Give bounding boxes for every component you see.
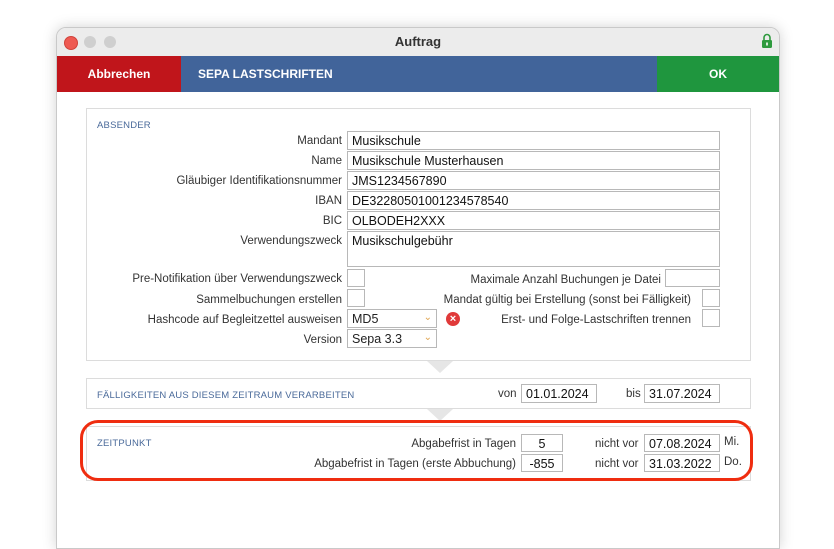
iban-field[interactable]: DE32280501001234578540 xyxy=(347,191,720,210)
highlight-annotation xyxy=(80,420,753,481)
version-value: Sepa 3.3 xyxy=(352,332,403,346)
absender-panel: ABSENDER Mandant Musikschule Name Musiks… xyxy=(86,108,751,361)
name-label: Name xyxy=(311,155,342,167)
ok-button[interactable]: OK xyxy=(657,56,779,92)
chevron-updown-icon: ⌄ xyxy=(423,332,432,343)
bis-label: bis xyxy=(626,388,641,400)
section-arrow xyxy=(427,361,453,373)
name-field[interactable]: Musikschule Musterhausen xyxy=(347,151,720,170)
bic-field[interactable]: OLBODEH2XXX xyxy=(347,211,720,230)
max-buchungen-field[interactable] xyxy=(665,269,720,287)
lock-icon xyxy=(762,33,772,48)
mandat-gueltig-label: Mandat gültig bei Erstellung (sonst bei … xyxy=(443,294,691,306)
faelligkeiten-section-title: FÄLLIGKEITEN AUS DIESEM ZEITRAUM VERARBE… xyxy=(97,390,355,401)
mandat-gueltig-checkbox[interactable] xyxy=(702,289,720,307)
sammelbuchungen-checkbox[interactable] xyxy=(347,289,365,307)
max-buchungen-label: Maximale Anzahl Buchungen je Datei xyxy=(470,274,661,286)
von-label: von xyxy=(498,388,517,400)
glaeubiger-field[interactable]: JMS1234567890 xyxy=(347,171,720,190)
absender-section-title: ABSENDER xyxy=(97,120,151,131)
erst-folge-checkbox[interactable] xyxy=(702,309,720,327)
window-title: Auftrag xyxy=(394,34,442,49)
hashcode-select[interactable]: MD5 ⌄ xyxy=(347,309,437,328)
glaeubiger-label: Gläubiger Identifikationsnummer xyxy=(176,175,342,187)
version-label: Version xyxy=(303,334,342,346)
hashcode-value: MD5 xyxy=(352,312,379,326)
erst-folge-label: Erst- und Folge-Lastschriften trennen xyxy=(501,314,691,326)
prenotification-label: Pre-Notifikation über Verwendungszweck xyxy=(132,273,342,285)
von-date-field[interactable]: 01.01.2024 xyxy=(521,384,597,403)
iban-label: IBAN xyxy=(315,195,342,207)
action-toolbar: Abbrechen SEPA LASTSCHRIFTEN OK xyxy=(57,56,779,92)
bis-date-field[interactable]: 31.07.2024 xyxy=(644,384,720,403)
error-icon[interactable]: × xyxy=(446,312,460,326)
prenotification-checkbox[interactable] xyxy=(347,269,365,287)
hashcode-label: Hashcode auf Begleitzettel ausweisen xyxy=(147,314,342,326)
chevron-updown-icon: ⌄ xyxy=(423,312,432,323)
mandant-label: Mandant xyxy=(297,135,342,147)
title-bar: Auftrag xyxy=(57,28,779,57)
version-select[interactable]: Sepa 3.3 ⌄ xyxy=(347,329,437,348)
sammelbuchungen-label: Sammelbuchungen erstellen xyxy=(196,294,342,306)
faelligkeiten-panel: FÄLLIGKEITEN AUS DIESEM ZEITRAUM VERARBE… xyxy=(86,378,751,409)
sepa-tab[interactable]: SEPA LASTSCHRIFTEN xyxy=(181,56,657,92)
cancel-button[interactable]: Abbrechen xyxy=(57,56,181,92)
bic-label: BIC xyxy=(322,215,342,227)
verwendungszweck-label: Verwendungszweck xyxy=(240,235,342,247)
mandant-field[interactable]: Musikschule xyxy=(347,131,720,150)
verwendungszweck-field[interactable]: Musikschulgebühr xyxy=(347,231,720,267)
